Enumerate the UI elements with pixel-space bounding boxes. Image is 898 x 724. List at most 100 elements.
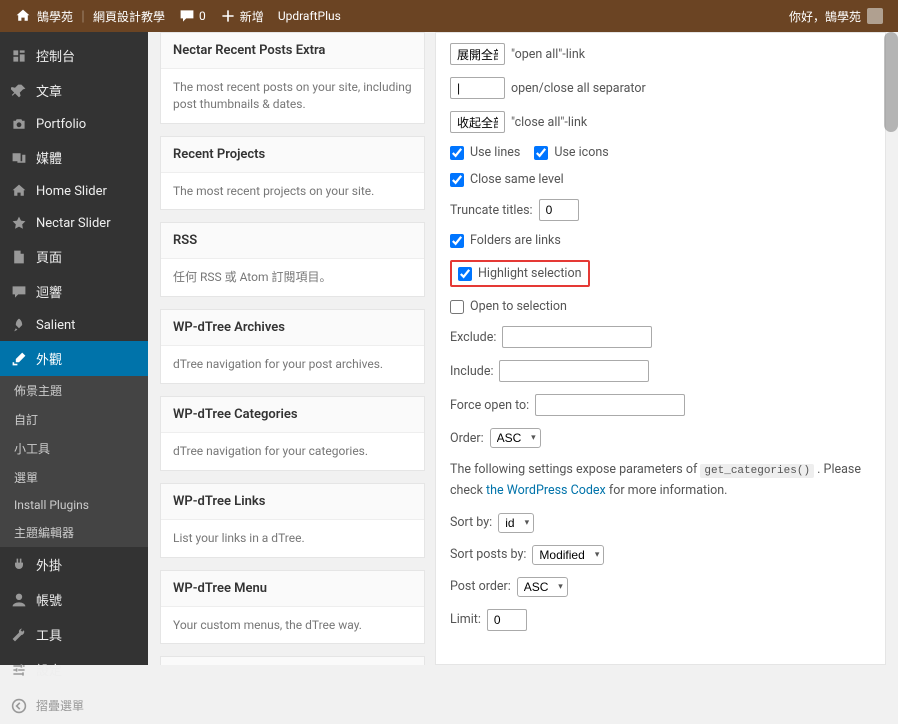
wrench-icon xyxy=(11,627,27,643)
truncate-label: Truncate titles: xyxy=(450,203,533,218)
force-open-input[interactable] xyxy=(535,394,685,416)
sidebar-item-label: 外掛 xyxy=(36,555,62,574)
close-same-level-checkbox[interactable]: Close same level xyxy=(450,172,564,187)
toolbar-new[interactable]: 新增 xyxy=(213,0,271,32)
sliders-icon xyxy=(11,662,27,678)
toolbar-account[interactable]: 你好，鵠學苑 xyxy=(782,0,890,32)
exclude-input[interactable] xyxy=(502,326,652,348)
admin-sidebar: 控制台文章 Portfolio 媒體Home Slider Nectar Slider… xyxy=(0,32,148,665)
home-icon xyxy=(15,8,31,24)
sidebar-item-house[interactable]: Home Slider xyxy=(0,175,148,207)
toolbar-comments[interactable]: 0 xyxy=(172,0,213,32)
sidebar-item-label: 文章 xyxy=(36,81,62,100)
code-snippet: get_categories() xyxy=(700,464,814,478)
site-subtitle: 網頁設計教學 xyxy=(93,8,165,25)
collapse-label: 摺疊選單 xyxy=(36,697,84,714)
sidebar-subitem[interactable]: 主題編輯器 xyxy=(0,518,148,547)
sortposts-label: Sort posts by: xyxy=(450,547,526,562)
sidebar-item-label: Salient xyxy=(36,318,75,333)
sortposts-select[interactable]: Modified xyxy=(532,545,604,565)
toolbar-updraft[interactable]: UpdraftPlus xyxy=(271,0,348,32)
separator-input[interactable] xyxy=(450,77,505,99)
use-icons-checkbox[interactable]: Use icons xyxy=(534,145,608,160)
sidebar-item-user[interactable]: 帳號 xyxy=(0,582,148,617)
sortby-label: Sort by: xyxy=(450,515,492,530)
sidebar-item-label: 控制台 xyxy=(36,46,75,65)
comment-icon xyxy=(179,8,195,24)
widget-item[interactable]: Recent ProjectsThe most recent projects … xyxy=(160,136,425,211)
sidebar-item-label: Portfolio xyxy=(36,117,86,132)
sidebar-item-label: 外觀 xyxy=(36,349,62,368)
widget-title: RSS xyxy=(161,223,424,259)
close-all-input[interactable] xyxy=(450,111,505,133)
include-input[interactable] xyxy=(499,360,649,382)
widget-item[interactable]: WP-dTree MenuYour custom menus, the dTre… xyxy=(160,570,425,645)
widget-item[interactable]: WP-dTree PagesAdd dTree navigation for y… xyxy=(160,656,425,665)
highlight-selection-checkbox[interactable]: Highlight selection xyxy=(458,266,582,281)
brush-icon xyxy=(11,351,27,367)
postorder-label: Post order: xyxy=(450,579,511,594)
sidebar-item-label: 工具 xyxy=(36,625,62,644)
separator: ｜ xyxy=(77,8,89,25)
plug-icon xyxy=(11,557,27,573)
toolbar-home[interactable]: 鵠學苑 ｜ 網頁設計教學 xyxy=(8,0,172,32)
highlight-selection-highlighted: Highlight selection xyxy=(450,260,590,287)
exclude-label: Exclude: xyxy=(450,330,496,345)
widget-description: List your links in a dTree. xyxy=(161,520,424,557)
use-lines-checkbox[interactable]: Use lines xyxy=(450,145,520,160)
widget-item[interactable]: WP-dTree CategoriesdTree navigation for … xyxy=(160,396,425,471)
widget-description: The most recent posts on your site, incl… xyxy=(161,69,424,123)
separator-label: open/close all separator xyxy=(511,81,646,96)
sidebar-item-page[interactable]: 頁面 xyxy=(0,239,148,274)
collapse-menu[interactable]: 摺疊選單 xyxy=(0,687,148,724)
truncate-input[interactable] xyxy=(539,199,579,221)
close-all-label: "close all"-link xyxy=(511,115,587,130)
widget-description: dTree navigation for your post archives. xyxy=(161,346,424,383)
open-all-input[interactable] xyxy=(450,43,505,65)
order-select[interactable]: ASC xyxy=(490,428,541,448)
open-all-label: "open all"-link xyxy=(511,47,585,62)
sidebar-subitem[interactable]: 自訂 xyxy=(0,405,148,434)
widget-settings-panel: "open all"-link open/close all separator… xyxy=(435,32,886,665)
widget-title: WP-dTree Archives xyxy=(161,310,424,346)
sidebar-item-camera[interactable]: Portfolio xyxy=(0,108,148,140)
widget-item[interactable]: WP-dTree LinksList your links in a dTree… xyxy=(160,483,425,558)
media-icon xyxy=(11,150,27,166)
sidebar-item-pin[interactable]: 文章 xyxy=(0,73,148,108)
comment-count: 0 xyxy=(199,9,206,23)
limit-input[interactable] xyxy=(487,609,527,631)
widget-description: Your custom menus, the dTree way. xyxy=(161,607,424,644)
widget-description: dTree navigation for your categories. xyxy=(161,433,424,470)
sidebar-subitem[interactable]: 小工具 xyxy=(0,434,148,463)
sortby-select[interactable]: id xyxy=(498,513,534,533)
sidebar-item-plug[interactable]: 外掛 xyxy=(0,547,148,582)
sidebar-item-label: Nectar Slider xyxy=(36,216,111,231)
sidebar-item-media[interactable]: 媒體 xyxy=(0,140,148,175)
sidebar-subitem[interactable]: 佈景主題 xyxy=(0,376,148,405)
page-icon xyxy=(11,249,27,265)
widget-item[interactable]: WP-dTree ArchivesdTree navigation for yo… xyxy=(160,309,425,384)
sidebar-subitem[interactable]: 選單 xyxy=(0,463,148,492)
sidebar-item-wrench[interactable]: 工具 xyxy=(0,617,148,652)
sidebar-item-brush[interactable]: 外觀 xyxy=(0,341,148,376)
folders-links-checkbox[interactable]: Folders are links xyxy=(450,233,561,248)
sidebar-item-rocket[interactable]: Salient xyxy=(0,309,148,341)
available-widgets: Nectar Recent Posts ExtraThe most recent… xyxy=(160,32,425,665)
postorder-select[interactable]: ASC xyxy=(517,577,568,597)
codex-link[interactable]: the WordPress Codex xyxy=(486,483,606,498)
widget-item[interactable]: RSS任何 RSS 或 Atom 訂閱項目。 xyxy=(160,222,425,297)
pin-icon xyxy=(11,83,27,99)
sidebar-item-dashboard[interactable]: 控制台 xyxy=(0,38,148,73)
collapse-icon xyxy=(11,698,27,714)
sidebar-item-comment[interactable]: 迴響 xyxy=(0,274,148,309)
sidebar-item-star[interactable]: Nectar Slider xyxy=(0,207,148,239)
sidebar-subitem[interactable]: Install Plugins xyxy=(0,492,148,518)
settings-note: The following settings expose parameters… xyxy=(450,460,871,501)
scrollbar[interactable] xyxy=(884,32,898,132)
house-icon xyxy=(11,183,27,199)
open-to-selection-checkbox[interactable]: Open to selection xyxy=(450,299,567,314)
widget-item[interactable]: Nectar Recent Posts ExtraThe most recent… xyxy=(160,32,425,124)
sidebar-item-sliders[interactable]: 設定 xyxy=(0,652,148,687)
comment-icon xyxy=(11,284,27,300)
greeting: 你好，鵠學苑 xyxy=(789,8,861,25)
